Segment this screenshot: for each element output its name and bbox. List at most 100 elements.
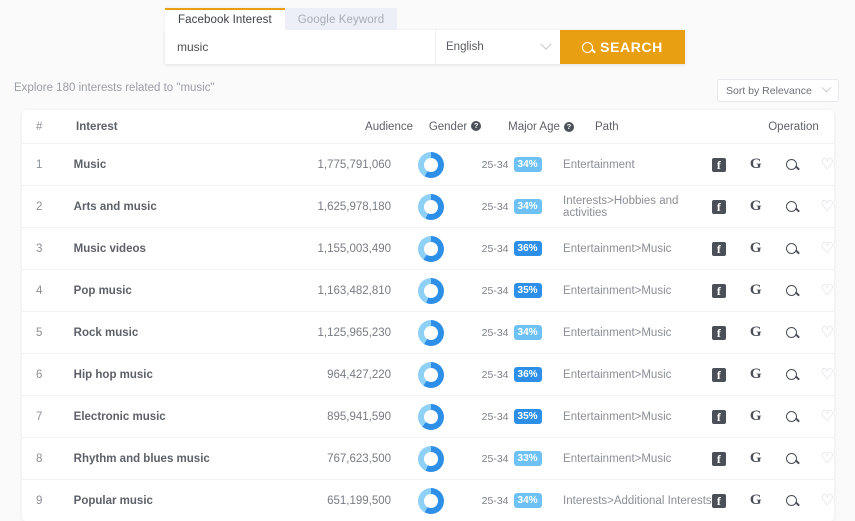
- google-icon[interactable]: G: [750, 451, 762, 466]
- age-range-label: 25-34: [481, 452, 509, 465]
- row-audience: 1,155,003,490: [317, 242, 392, 255]
- google-icon[interactable]: G: [750, 493, 762, 508]
- age-range-label: 25-34: [481, 326, 509, 339]
- facebook-icon[interactable]: [711, 367, 726, 382]
- table-row[interactable]: 2 Arts and music 1,625,978,180 25-34 34% Inte…: [22, 185, 834, 227]
- row-major-age-cell: 25-34 35%: [470, 409, 553, 424]
- search-button[interactable]: SEARCH: [560, 30, 685, 64]
- table-row[interactable]: 5 Rock music 1,125,965,230 25-34 34% Entertai…: [22, 311, 834, 353]
- row-gender-cell: [391, 445, 470, 472]
- tab-google-keyword[interactable]: Google Keyword: [284, 8, 398, 30]
- facebook-icon[interactable]: [711, 199, 726, 214]
- row-gender-cell: [391, 235, 470, 262]
- search-icon[interactable]: [785, 159, 797, 170]
- favorite-icon[interactable]: ♡: [821, 409, 834, 424]
- google-icon[interactable]: G: [750, 199, 762, 214]
- facebook-icon[interactable]: [711, 157, 726, 172]
- facebook-icon[interactable]: [711, 493, 726, 508]
- search-icon[interactable]: [785, 369, 797, 380]
- row-interest-name[interactable]: Electronic music: [74, 411, 307, 423]
- age-range-label: 25-34: [481, 158, 509, 171]
- favorite-icon[interactable]: ♡: [821, 451, 834, 466]
- search-icon[interactable]: [785, 411, 797, 422]
- column-header-audience: Audience: [365, 120, 413, 133]
- favorite-icon[interactable]: ♡: [821, 325, 834, 340]
- search-icon[interactable]: [785, 201, 797, 212]
- row-interest-name[interactable]: Rhythm and blues music: [74, 453, 307, 465]
- table-row[interactable]: 1 Music 1,775,791,060 25-34 34% Entertainment…: [22, 143, 834, 185]
- age-range-label: 25-34: [481, 494, 509, 507]
- row-operations: G♡: [711, 493, 834, 508]
- search-icon: [582, 41, 594, 53]
- facebook-icon[interactable]: [711, 325, 726, 340]
- search-button-label: SEARCH: [600, 39, 663, 55]
- row-gender-cell: [391, 487, 470, 514]
- facebook-icon[interactable]: [711, 451, 726, 466]
- language-select-value: English: [446, 41, 484, 53]
- age-percent-badge: 35%: [513, 409, 542, 424]
- row-audience: 895,941,590: [327, 410, 392, 423]
- row-interest-name[interactable]: Hip hop music: [74, 369, 307, 381]
- facebook-icon[interactable]: [711, 409, 726, 424]
- row-interest-name[interactable]: Music videos: [74, 243, 307, 255]
- row-interest-name[interactable]: Popular music: [74, 495, 307, 507]
- help-icon[interactable]: ?: [471, 120, 482, 131]
- row-operations: G♡: [711, 283, 834, 298]
- table-row[interactable]: 7 Electronic music 895,941,590 25-34 35% Ente…: [22, 395, 834, 437]
- row-interest-name[interactable]: Arts and music: [74, 201, 307, 213]
- column-header-major-age: Major Age ?: [497, 121, 585, 133]
- row-audience: 1,625,978,180: [317, 200, 392, 213]
- age-range-label: 25-34: [481, 368, 509, 381]
- google-icon[interactable]: G: [750, 409, 762, 424]
- row-gender-cell: [391, 403, 470, 430]
- google-icon[interactable]: G: [750, 325, 762, 340]
- facebook-icon[interactable]: [711, 283, 726, 298]
- facebook-icon[interactable]: [711, 241, 726, 256]
- row-major-age-cell: 25-34 33%: [470, 451, 553, 466]
- row-number: 1: [36, 158, 43, 171]
- results-summary: Explore 180 interests related to "music": [14, 82, 215, 94]
- favorite-icon[interactable]: ♡: [821, 241, 834, 256]
- google-icon[interactable]: G: [750, 157, 762, 172]
- results-table-card: # Interest Audience Gender ? Major Age ?…: [22, 110, 834, 521]
- row-audience: 651,199,500: [327, 494, 392, 507]
- help-icon[interactable]: ?: [563, 121, 574, 132]
- favorite-icon[interactable]: ♡: [821, 157, 834, 172]
- row-interest-name[interactable]: Rock music: [74, 327, 307, 339]
- table-row[interactable]: 3 Music videos 1,155,003,490 25-34 36% Entert…: [22, 227, 834, 269]
- search-icon[interactable]: [785, 453, 797, 464]
- table-row[interactable]: 9 Popular music 651,199,500 25-34 34% Interes…: [22, 479, 834, 521]
- search-icon[interactable]: [785, 285, 797, 296]
- age-percent-badge: 35%: [513, 283, 542, 298]
- row-gender-cell: [391, 361, 470, 388]
- search-icon[interactable]: [785, 243, 797, 254]
- language-select[interactable]: English: [435, 30, 560, 64]
- favorite-icon[interactable]: ♡: [821, 367, 834, 382]
- row-path: Entertainment: [563, 158, 635, 171]
- row-number: 2: [36, 200, 43, 213]
- table-row[interactable]: 8 Rhythm and blues music 767,623,500 25-34 3…: [22, 437, 834, 479]
- search-icon[interactable]: [785, 495, 797, 506]
- favorite-icon[interactable]: ♡: [821, 493, 834, 508]
- table-body: 1 Music 1,775,791,060 25-34 34% Entertainment…: [22, 143, 834, 521]
- search-tabs: Facebook Interest Google Keyword: [165, 8, 685, 30]
- row-operations: G♡: [711, 157, 834, 172]
- sort-dropdown[interactable]: Sort by Relevance: [717, 79, 839, 102]
- row-path: Entertainment>Music: [563, 326, 672, 339]
- row-major-age-cell: 25-34 36%: [470, 241, 553, 256]
- row-interest-name[interactable]: Pop music: [74, 285, 307, 297]
- table-row[interactable]: 6 Hip hop music 964,427,220 25-34 36% Enterta…: [22, 353, 834, 395]
- favorite-icon[interactable]: ♡: [821, 283, 834, 298]
- tab-facebook-interest[interactable]: Facebook Interest: [165, 8, 285, 30]
- row-major-age-cell: 25-34 35%: [470, 283, 553, 298]
- google-icon[interactable]: G: [750, 283, 762, 298]
- row-interest-name[interactable]: Music: [74, 159, 307, 171]
- gender-donut-chart: [417, 151, 444, 178]
- google-icon[interactable]: G: [750, 241, 762, 256]
- google-icon[interactable]: G: [750, 367, 762, 382]
- age-percent-badge: 34%: [513, 199, 542, 214]
- favorite-icon[interactable]: ♡: [821, 199, 834, 214]
- search-icon[interactable]: [785, 327, 797, 338]
- table-row[interactable]: 4 Pop music 1,163,482,810 25-34 35% Entertain…: [22, 269, 834, 311]
- keyword-input[interactable]: [165, 30, 435, 64]
